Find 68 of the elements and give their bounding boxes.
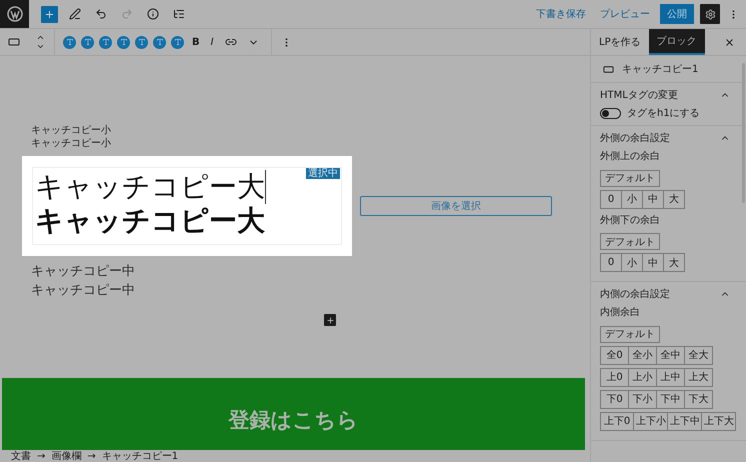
- spacing-option-button[interactable]: 上下0: [600, 412, 634, 430]
- spacing-label: 外側下の余白: [600, 214, 661, 226]
- plugin-format-icon[interactable]: [81, 36, 94, 48]
- spacing-option-button[interactable]: 0: [600, 253, 622, 272]
- spacing-option-button[interactable]: 小: [621, 253, 643, 272]
- plus-icon: [326, 316, 334, 324]
- breadcrumb-separator: →: [87, 450, 96, 462]
- spacing-option-button[interactable]: 上中: [656, 368, 685, 386]
- banner-title: 登録はこちら: [228, 407, 358, 434]
- spacing-option-button[interactable]: 上下中: [667, 412, 702, 430]
- spacing-option-button[interactable]: 大: [663, 190, 685, 208]
- breadcrumb-separator: →: [37, 450, 46, 462]
- spacing-option-button[interactable]: 中: [642, 190, 664, 208]
- spacing-option-button[interactable]: 全小: [628, 346, 657, 364]
- add-block-button[interactable]: [324, 314, 336, 326]
- plugin-format-icon[interactable]: [99, 36, 112, 48]
- spacing-option-button[interactable]: 中: [642, 253, 664, 272]
- plugin-format-icon[interactable]: [117, 36, 130, 48]
- toggle-label: タグをh1にする: [627, 107, 700, 120]
- small-catchcopy-text: キャッチコピー小: [30, 124, 112, 137]
- add-block-button[interactable]: [41, 6, 58, 22]
- spacing-option-button[interactable]: 上0: [600, 368, 629, 386]
- spacing-option-button[interactable]: 上下大: [701, 412, 736, 430]
- block-icon: [603, 64, 614, 74]
- plugin-format-icon[interactable]: [153, 36, 166, 48]
- plugin-format-icon[interactable]: [171, 36, 184, 48]
- spacing-option-button[interactable]: 下大: [684, 390, 713, 408]
- italic-button[interactable]: I: [208, 36, 217, 48]
- block-name: キャッチコピー1: [622, 63, 698, 76]
- plus-icon: [44, 8, 55, 20]
- default-button[interactable]: デフォルト: [600, 170, 660, 186]
- panel-header[interactable]: HTMLタグの変更: [600, 83, 736, 106]
- spacing-label: 内側余白: [600, 306, 641, 319]
- default-button[interactable]: デフォルト: [600, 326, 660, 342]
- spacing-option-button[interactable]: 下中: [656, 390, 685, 408]
- spacing-label: 外側上の余白: [600, 150, 661, 163]
- spacing-option-button[interactable]: 下小: [628, 390, 657, 408]
- panel-header[interactable]: 内側の余白設定: [600, 282, 736, 305]
- breadcrumb-item[interactable]: キャッチコピー1: [102, 449, 178, 462]
- plugin-format-icon[interactable]: [63, 36, 76, 48]
- toggle-switch[interactable]: [600, 108, 621, 118]
- breadcrumb-item[interactable]: 画像欄: [51, 449, 82, 462]
- spacing-option-button[interactable]: 全0: [600, 346, 629, 364]
- default-button[interactable]: デフォルト: [600, 233, 660, 250]
- spacing-option-button[interactable]: 大: [663, 253, 685, 272]
- settings-icon: [704, 8, 716, 20]
- plugin-format-icon[interactable]: [135, 36, 148, 48]
- publish-button[interactable]: 公開: [660, 4, 694, 24]
- panel-header[interactable]: 外側の余白設定: [600, 126, 736, 149]
- spacing-option-button[interactable]: 上大: [684, 368, 713, 386]
- sidebar-tab[interactable]: LPを作る: [591, 29, 649, 55]
- medium-catchcopy-text: キャッチコピー中: [30, 263, 136, 281]
- breadcrumb-item[interactable]: 文書: [11, 449, 31, 462]
- small-catchcopy-text: キャッチコピー小: [30, 137, 112, 150]
- selected-badge: 選択中: [306, 168, 340, 179]
- large-catchcopy-text: キャッチコピー大: [35, 204, 265, 238]
- large-catchcopy-text: キャッチコピー大: [35, 170, 266, 204]
- bold-button[interactable]: B: [189, 36, 203, 48]
- spacing-option-button[interactable]: 全大: [684, 346, 713, 364]
- spacing-option-button[interactable]: 小: [621, 190, 643, 208]
- medium-catchcopy-text: キャッチコピー中: [30, 282, 136, 300]
- settings-button[interactable]: [700, 4, 720, 24]
- spacing-option-button[interactable]: 上下小: [633, 412, 668, 430]
- spacing-option-button[interactable]: 下0: [600, 390, 629, 408]
- spacing-option-button[interactable]: 上小: [628, 368, 657, 386]
- sidebar-tab[interactable]: ブロック: [648, 29, 705, 55]
- spacing-option-button[interactable]: 0: [600, 190, 622, 208]
- spacing-option-button[interactable]: 全中: [656, 346, 685, 364]
